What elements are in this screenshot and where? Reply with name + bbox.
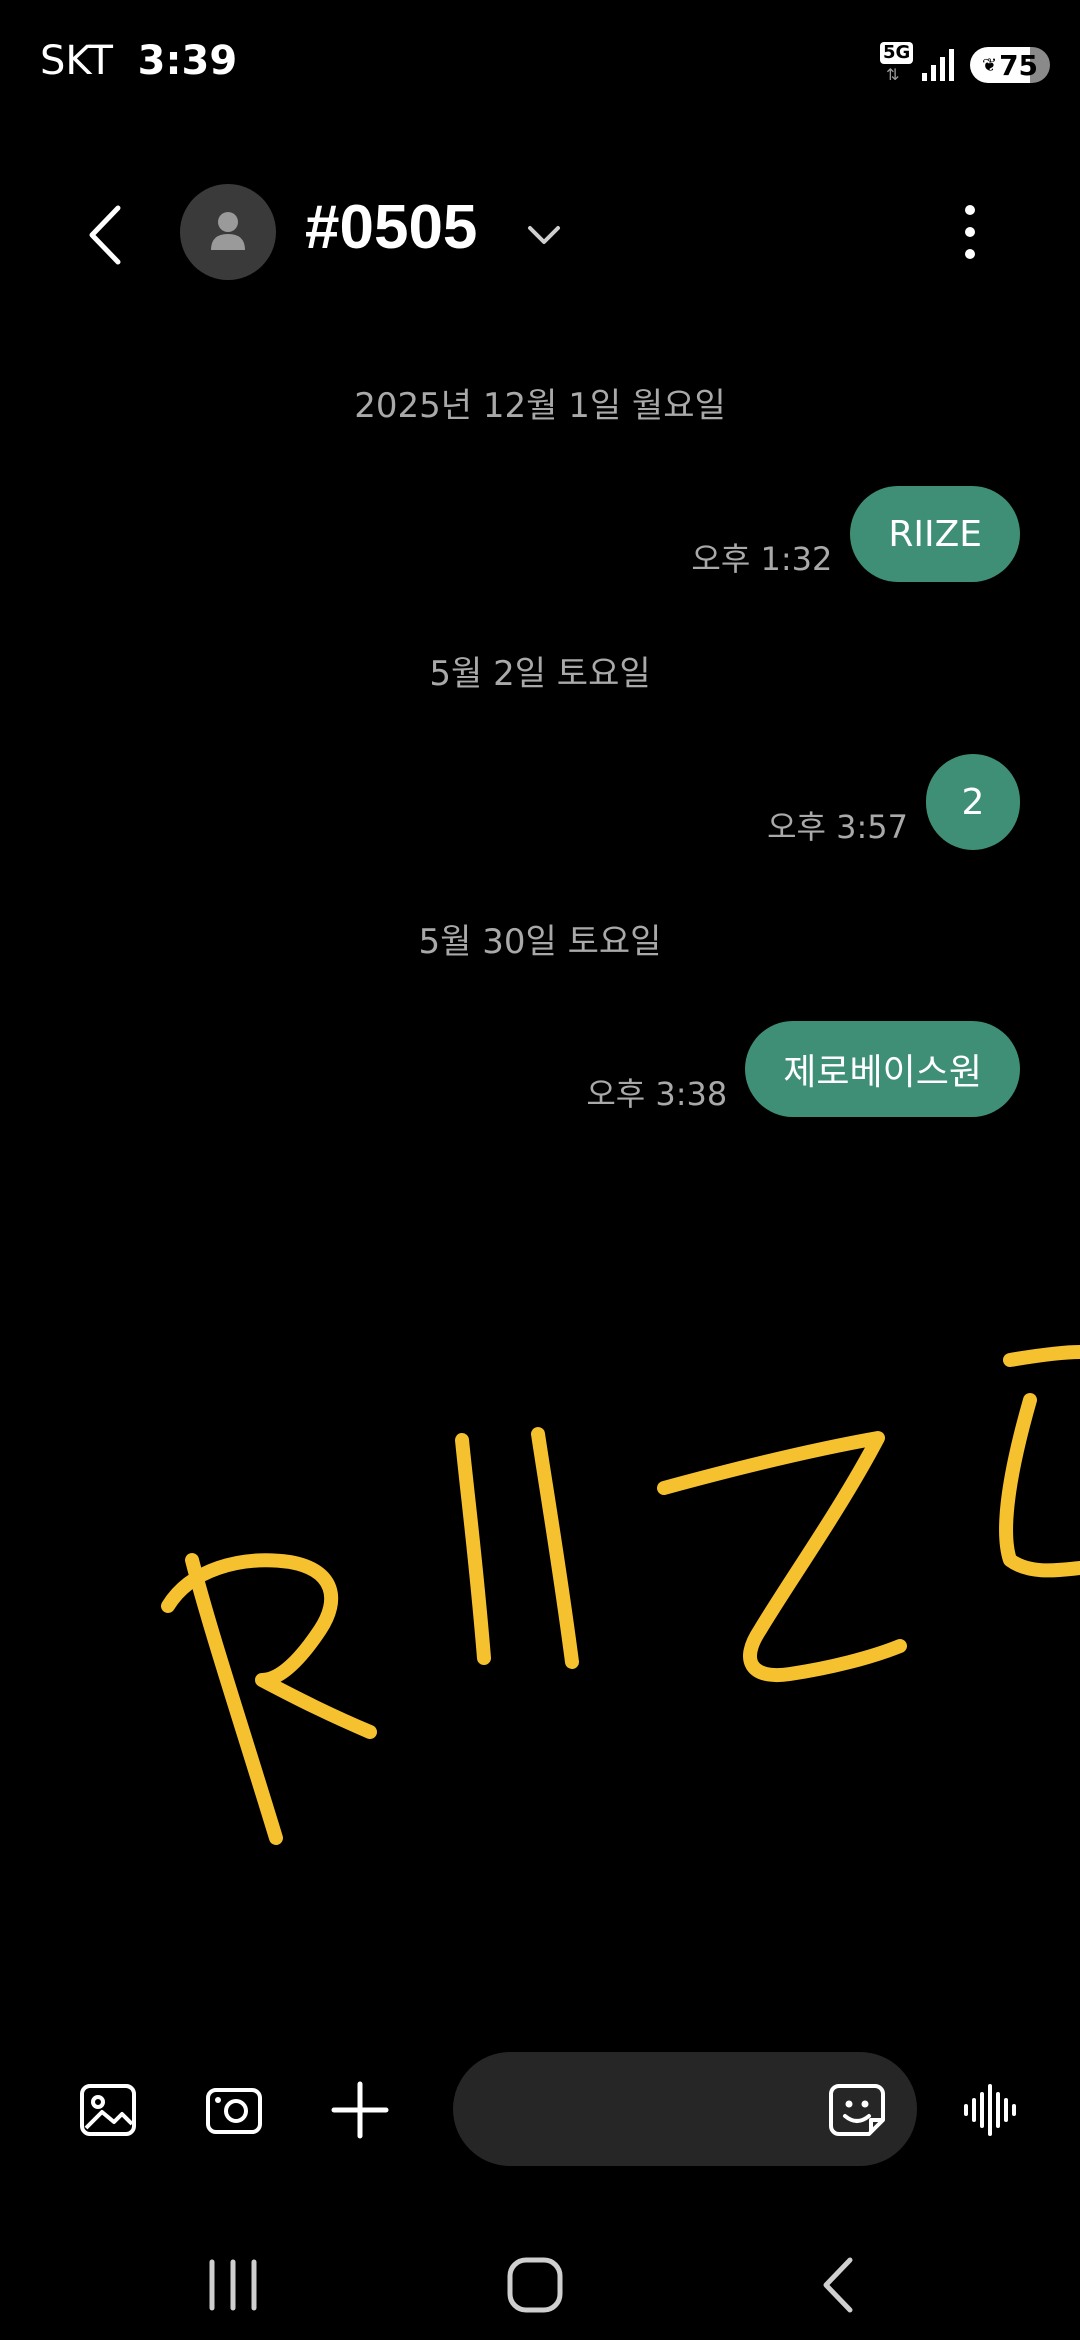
- battery-icon: ❦ 75: [970, 47, 1050, 83]
- plus-icon[interactable]: [330, 2080, 390, 2140]
- sticker-icon[interactable]: [827, 2080, 887, 2140]
- conversation-header: #0505: [0, 170, 1080, 290]
- message-time: 오후 3:38: [586, 1075, 728, 1113]
- system-navigation-bar: [0, 2230, 1080, 2340]
- signal-icon: [922, 49, 954, 81]
- network-5g-icon: 5G ⇅: [880, 42, 914, 88]
- status-right: 5G ⇅ ❦ 75: [880, 40, 1050, 90]
- message-time: 오후 1:32: [691, 540, 833, 578]
- battery-level: 75: [999, 48, 1039, 82]
- message-bubble[interactable]: 2: [926, 754, 1020, 850]
- data-arrows-icon: ⇅: [886, 65, 900, 84]
- home-icon[interactable]: [500, 2250, 570, 2320]
- gallery-icon[interactable]: [78, 2080, 138, 2140]
- contact-avatar-icon[interactable]: [180, 184, 276, 280]
- message-input[interactable]: [453, 2052, 917, 2166]
- carrier-label: SKT: [40, 38, 113, 84]
- message-row: 오후 3:57 2: [767, 754, 1020, 850]
- contact-name[interactable]: #0505: [305, 192, 477, 263]
- chevron-down-icon[interactable]: [524, 214, 564, 254]
- date-separator: 5월 2일 토요일: [429, 654, 651, 694]
- date-separator: 2025년 12월 1일 월요일: [354, 386, 726, 426]
- handwritten-drawing: [161, 1345, 1080, 1845]
- message-time: 오후 3:57: [767, 808, 908, 846]
- date-separator: 5월 30일 토요일: [418, 922, 662, 962]
- camera-icon[interactable]: [204, 2080, 264, 2140]
- back-arrow-icon[interactable]: [70, 200, 140, 270]
- network-type-label: 5G: [880, 42, 914, 64]
- power-saving-leaf-icon: ❦: [981, 54, 998, 76]
- more-vertical-icon[interactable]: [950, 200, 990, 264]
- back-icon[interactable]: [802, 2250, 872, 2320]
- message-row: 오후 3:38 제로베이스원: [586, 1021, 1020, 1117]
- recent-apps-icon[interactable]: [198, 2250, 268, 2320]
- voice-wave-icon[interactable]: [962, 2080, 1022, 2140]
- clock: 3:39: [137, 38, 238, 84]
- status-bar: SKT 3:39 5G ⇅ ❦ 75: [0, 0, 1080, 130]
- status-left: SKT 3:39: [40, 38, 237, 84]
- message-composer: [0, 2050, 1080, 2170]
- message-bubble[interactable]: 제로베이스원: [745, 1021, 1020, 1117]
- message-row: 오후 1:32 RIIZE: [691, 486, 1020, 582]
- message-bubble[interactable]: RIIZE: [850, 486, 1020, 582]
